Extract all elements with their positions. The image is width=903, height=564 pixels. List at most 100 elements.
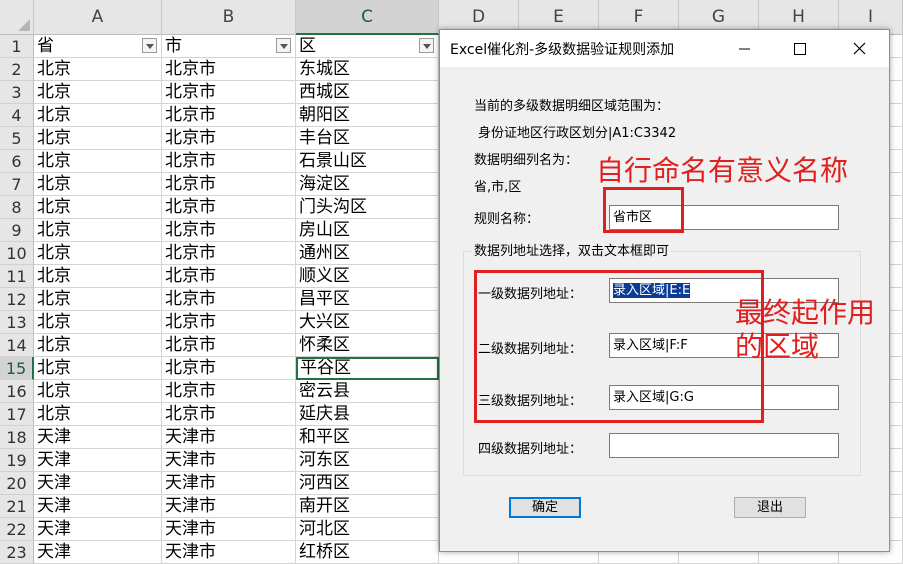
column-header-a[interactable]: A bbox=[34, 0, 162, 35]
header-cell[interactable]: 区 bbox=[296, 35, 439, 58]
cell-province[interactable]: 北京 bbox=[34, 311, 162, 334]
row-header[interactable]: 17 bbox=[0, 403, 34, 426]
row-header[interactable]: 21 bbox=[0, 495, 34, 518]
row-header[interactable]: 12 bbox=[0, 288, 34, 311]
cell-district[interactable]: 和平区 bbox=[296, 426, 439, 449]
cell-city[interactable]: 北京市 bbox=[162, 219, 296, 242]
cell-district[interactable]: 房山区 bbox=[296, 219, 439, 242]
cell-district[interactable]: 通州区 bbox=[296, 242, 439, 265]
cell-province[interactable]: 北京 bbox=[34, 173, 162, 196]
cell-district[interactable]: 河北区 bbox=[296, 518, 439, 541]
cell-province[interactable]: 天津 bbox=[34, 518, 162, 541]
cell-district[interactable]: 昌平区 bbox=[296, 288, 439, 311]
header-cell[interactable]: 省 bbox=[34, 35, 162, 58]
maximize-button[interactable] bbox=[776, 30, 822, 67]
row-header[interactable]: 10 bbox=[0, 242, 34, 265]
row-header[interactable]: 15 bbox=[0, 357, 34, 380]
cell-city[interactable]: 天津市 bbox=[162, 472, 296, 495]
cell-district[interactable]: 门头沟区 bbox=[296, 196, 439, 219]
cell-city[interactable]: 北京市 bbox=[162, 196, 296, 219]
cell-district[interactable]: 平谷区 bbox=[296, 357, 439, 380]
cell-city[interactable]: 北京市 bbox=[162, 242, 296, 265]
row-header[interactable]: 3 bbox=[0, 81, 34, 104]
cell-province[interactable]: 天津 bbox=[34, 495, 162, 518]
cell-city[interactable]: 北京市 bbox=[162, 173, 296, 196]
cell-province[interactable]: 北京 bbox=[34, 196, 162, 219]
column-header-b[interactable]: B bbox=[162, 0, 296, 35]
cell-district[interactable]: 延庆县 bbox=[296, 403, 439, 426]
cell-district[interactable]: 西城区 bbox=[296, 81, 439, 104]
cell-district[interactable]: 海淀区 bbox=[296, 173, 439, 196]
cell-province[interactable]: 天津 bbox=[34, 472, 162, 495]
cell-province[interactable]: 北京 bbox=[34, 403, 162, 426]
cell-province[interactable]: 北京 bbox=[34, 104, 162, 127]
cell-province[interactable]: 北京 bbox=[34, 334, 162, 357]
cell-city[interactable]: 北京市 bbox=[162, 104, 296, 127]
cell-city[interactable]: 天津市 bbox=[162, 518, 296, 541]
cell-district[interactable]: 南开区 bbox=[296, 495, 439, 518]
row-header[interactable]: 18 bbox=[0, 426, 34, 449]
cell-district[interactable]: 石景山区 bbox=[296, 150, 439, 173]
header-cell[interactable]: 市 bbox=[162, 35, 296, 58]
cell-province[interactable]: 北京 bbox=[34, 265, 162, 288]
filter-dropdown-icon[interactable] bbox=[276, 38, 291, 53]
cell-district[interactable]: 怀柔区 bbox=[296, 334, 439, 357]
cell-province[interactable]: 北京 bbox=[34, 81, 162, 104]
cell-district[interactable]: 密云县 bbox=[296, 380, 439, 403]
filter-dropdown-icon[interactable] bbox=[142, 38, 157, 53]
select-all-corner[interactable] bbox=[0, 0, 34, 35]
column-header-c[interactable]: C bbox=[296, 0, 439, 35]
level4-input[interactable] bbox=[609, 433, 839, 458]
cell-province[interactable]: 北京 bbox=[34, 357, 162, 380]
cell-province[interactable]: 北京 bbox=[34, 58, 162, 81]
row-header[interactable]: 8 bbox=[0, 196, 34, 219]
row-header[interactable]: 11 bbox=[0, 265, 34, 288]
cell-city[interactable]: 天津市 bbox=[162, 426, 296, 449]
cell-province[interactable]: 北京 bbox=[34, 380, 162, 403]
cell-city[interactable]: 北京市 bbox=[162, 58, 296, 81]
row-header[interactable]: 5 bbox=[0, 127, 34, 150]
cell-district[interactable]: 大兴区 bbox=[296, 311, 439, 334]
row-header[interactable]: 6 bbox=[0, 150, 34, 173]
cell-city[interactable]: 北京市 bbox=[162, 81, 296, 104]
cell-city[interactable]: 天津市 bbox=[162, 449, 296, 472]
cell-city[interactable]: 北京市 bbox=[162, 265, 296, 288]
row-header[interactable]: 4 bbox=[0, 104, 34, 127]
row-header[interactable]: 14 bbox=[0, 334, 34, 357]
cell-province[interactable]: 北京 bbox=[34, 288, 162, 311]
row-header[interactable]: 9 bbox=[0, 219, 34, 242]
row-header[interactable]: 1 bbox=[0, 35, 34, 58]
row-header[interactable]: 20 bbox=[0, 472, 34, 495]
cell-city[interactable]: 北京市 bbox=[162, 403, 296, 426]
cancel-button[interactable]: 退出 bbox=[734, 497, 806, 518]
cell-city[interactable]: 天津市 bbox=[162, 495, 296, 518]
close-button[interactable] bbox=[836, 30, 882, 67]
row-header[interactable]: 13 bbox=[0, 311, 34, 334]
cell-district[interactable]: 河西区 bbox=[296, 472, 439, 495]
cell-district[interactable]: 河东区 bbox=[296, 449, 439, 472]
cell-city[interactable]: 北京市 bbox=[162, 311, 296, 334]
cell-province[interactable]: 北京 bbox=[34, 219, 162, 242]
cell-province[interactable]: 天津 bbox=[34, 426, 162, 449]
cell-province[interactable]: 北京 bbox=[34, 127, 162, 150]
cell-city[interactable]: 北京市 bbox=[162, 288, 296, 311]
row-header[interactable]: 16 bbox=[0, 380, 34, 403]
cell-district[interactable]: 丰台区 bbox=[296, 127, 439, 150]
cell-city[interactable]: 北京市 bbox=[162, 150, 296, 173]
cell-province[interactable]: 北京 bbox=[34, 242, 162, 265]
cell-city[interactable]: 北京市 bbox=[162, 380, 296, 403]
cell-district[interactable]: 顺义区 bbox=[296, 265, 439, 288]
cell-province[interactable]: 北京 bbox=[34, 150, 162, 173]
row-header[interactable]: 19 bbox=[0, 449, 34, 472]
filter-dropdown-icon[interactable] bbox=[419, 38, 434, 53]
row-header[interactable]: 7 bbox=[0, 173, 34, 196]
minimize-button[interactable] bbox=[721, 30, 767, 67]
row-header[interactable]: 2 bbox=[0, 58, 34, 81]
cell-province[interactable]: 天津 bbox=[34, 449, 162, 472]
row-header[interactable]: 22 bbox=[0, 518, 34, 541]
cell-district[interactable]: 朝阳区 bbox=[296, 104, 439, 127]
cell-city[interactable]: 北京市 bbox=[162, 357, 296, 380]
cell-city[interactable]: 北京市 bbox=[162, 334, 296, 357]
cell-district[interactable]: 东城区 bbox=[296, 58, 439, 81]
cell-city[interactable]: 北京市 bbox=[162, 127, 296, 150]
